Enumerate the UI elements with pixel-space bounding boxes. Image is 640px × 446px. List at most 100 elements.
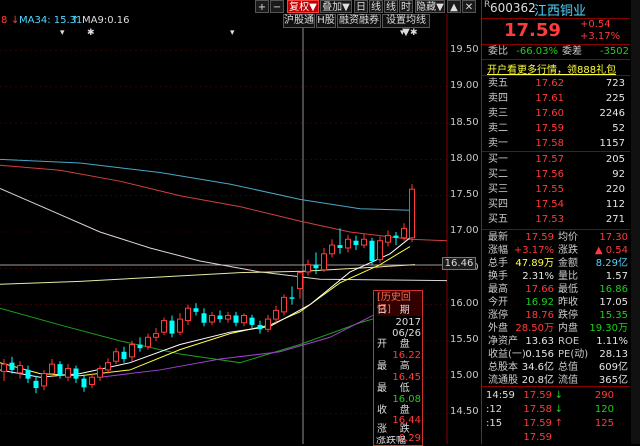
candle-body [385, 235, 391, 243]
ma-line-cyan [0, 158, 411, 211]
stat-row: 换手 2.31% 量比 1.57 [482, 270, 630, 283]
quote-panel: R 600362 江西铜业 17.59 +0.54 +3.17% 委比 -66.… [481, 0, 640, 444]
weibi-row: 委比 -66.03% 委差 -3502 [482, 45, 630, 59]
stat-row: 涨停 18.76 跌停 15.35 [482, 309, 630, 322]
tick-time: :15 [486, 418, 503, 429]
stat-label: 内盘 [558, 323, 578, 334]
order-label: 买四 [488, 199, 508, 210]
period-button-line1[interactable]: 线 [369, 0, 383, 13]
candle-body [329, 244, 335, 255]
zoom-out-button[interactable]: − [270, 0, 284, 13]
stat-value: 34.6亿 [521, 362, 554, 373]
axis-tick: 15.00 [450, 370, 479, 381]
price-change: +0.54 [580, 19, 611, 30]
order-volume: 92 [612, 169, 625, 180]
order-price: 17.56 [535, 169, 564, 180]
stat-label: 涨跌 [558, 245, 578, 256]
candle-body [193, 308, 199, 312]
fuquan-button[interactable]: 复权▼ [287, 0, 319, 13]
order-volume: 225 [605, 93, 625, 104]
divider [482, 75, 630, 76]
collapse-icon[interactable]: ▲ [447, 0, 461, 13]
candle-body [73, 368, 79, 379]
zoom-in-button[interactable]: + [255, 0, 269, 13]
event-marker-icon: ▾ [400, 28, 405, 38]
tick-row: 17.59 [482, 431, 630, 445]
candle-body [49, 363, 55, 375]
axis-tick: 17.00 [450, 225, 479, 236]
period-button-day[interactable]: 日 [354, 0, 368, 13]
stat-value: 17.59 [525, 232, 554, 243]
period-button-time[interactable]: 时 [399, 0, 413, 13]
candle-body [281, 296, 287, 313]
stat-label: 昨收 [558, 297, 578, 308]
axis-tick: 17.50 [450, 189, 479, 200]
stat-row: 最高 17.66 最低 16.86 [482, 283, 630, 296]
overlay-label: 叠加 [322, 2, 343, 13]
order-label: 买二 [488, 169, 508, 180]
hide-button[interactable]: 隐藏▼ [415, 0, 445, 13]
ma-line-longterm [0, 264, 416, 285]
order-price: 17.54 [535, 199, 564, 210]
stat-value: 609亿 [598, 362, 628, 373]
event-marker-icon: ✱ [87, 28, 95, 38]
axis-tick: 14.50 [450, 406, 479, 417]
candle-body [41, 373, 47, 387]
stock-name: 江西铜业 [534, 4, 587, 19]
candle-body [393, 235, 399, 238]
tick-time: 14:59 [486, 390, 515, 401]
order-label: 卖四 [488, 93, 508, 104]
divider [482, 229, 630, 230]
tick-arrow-icon: ↓ [554, 404, 563, 415]
order-volume: 112 [605, 199, 625, 210]
axis-tick: 19.00 [450, 80, 479, 91]
price-change-pct: +3.17% [580, 31, 621, 42]
candle-body [57, 364, 63, 376]
candle-body [225, 314, 231, 320]
candle-body [89, 376, 95, 385]
popup-amp-label: 涨跌幅 [376, 436, 406, 444]
stat-label: 最新 [488, 232, 508, 243]
order-row: 卖一 17.58 1157 [482, 137, 630, 151]
overlay-button[interactable]: 叠加▼ [320, 0, 352, 13]
candle-body [209, 314, 215, 323]
axis-tick: 18.50 [450, 117, 479, 128]
candle-body [265, 318, 271, 330]
divider [482, 151, 630, 152]
stat-label: 外盘 [488, 323, 508, 334]
stat-label: 今开 [488, 297, 508, 308]
period-button-line2[interactable]: 线 [384, 0, 398, 13]
event-markers: ▾ ✱ ▾ ▾ ✱ [60, 28, 418, 38]
stat-value: 13.63 [525, 336, 554, 347]
tick-price: 17.59 [523, 390, 552, 401]
order-label: 卖五 [488, 78, 508, 89]
stat-row: 最新 17.59 均价 17.30 [482, 231, 630, 244]
candle-body [33, 380, 39, 389]
order-row: 买三 17.55 220 [482, 183, 630, 197]
fuquan-label: 复权 [289, 2, 310, 13]
stat-row: 净资产 13.63 ROE 1.11% [482, 335, 630, 348]
tick-time: :12 [486, 404, 503, 415]
stat-value: 17.30 [599, 232, 628, 243]
ma-line-red [0, 164, 448, 242]
popup-date-label: 日 期 [377, 305, 410, 316]
order-row: 卖三 17.60 2246 [482, 107, 630, 121]
order-volume: 205 [605, 154, 625, 165]
event-marker-icon: ▾ [230, 28, 235, 38]
stat-value: 8.29亿 [595, 258, 628, 269]
candle-body [113, 351, 119, 362]
candle-body [409, 188, 415, 239]
order-volume: 271 [605, 214, 625, 225]
candle-body [313, 264, 319, 269]
axis-tick: 19.50 [450, 44, 479, 55]
stock-code: 600362 [490, 1, 536, 15]
candle-body [401, 227, 407, 239]
order-label: 卖二 [488, 123, 508, 134]
panel-scrollbar[interactable] [631, 0, 640, 444]
candle-body [369, 240, 375, 262]
stat-label: 最高 [488, 284, 508, 295]
tick-price: 17.58 [523, 404, 552, 415]
close-icon[interactable]: ✕ [462, 0, 476, 13]
open-account-link[interactable]: 开户看更多行情，领888礼包 [487, 61, 629, 76]
order-volume: 220 [605, 184, 625, 195]
